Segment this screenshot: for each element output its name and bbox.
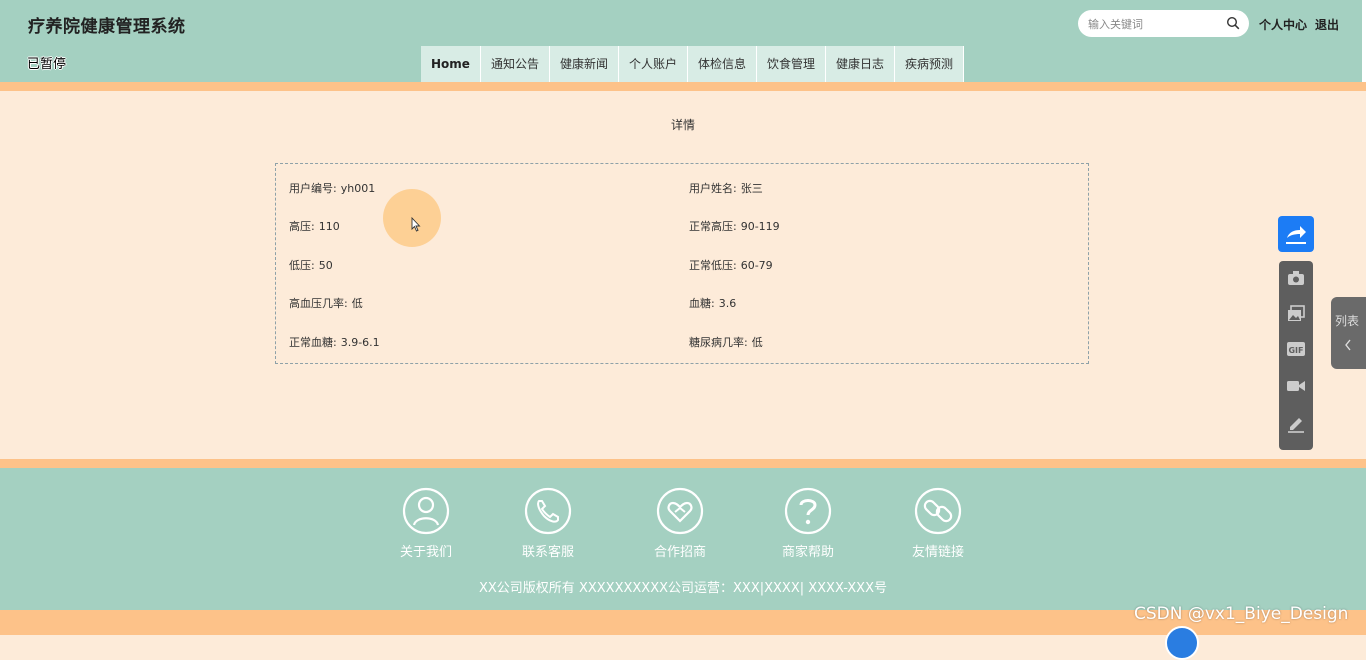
- image-icon[interactable]: [1286, 304, 1306, 324]
- field-label: 正常血糖:: [289, 336, 337, 349]
- field-label: 血糖:: [689, 297, 715, 310]
- tab-diet-management[interactable]: 饮食管理: [757, 46, 827, 82]
- field-normal-blood-sugar: 正常血糖: 3.9-6.1: [289, 334, 380, 350]
- link-icon: [914, 487, 962, 535]
- site-title: 疗养院健康管理系统: [28, 17, 186, 37]
- field-label: 高压:: [289, 220, 315, 233]
- field-label: 用户姓名:: [689, 182, 737, 195]
- tab-checkup-info[interactable]: 体检信息: [688, 46, 757, 82]
- field-user-id: 用户编号: yh001: [289, 180, 375, 196]
- footer-customer-service[interactable]: 联系客服: [503, 487, 593, 560]
- field-hypertension-risk: 高血压几率: 低: [289, 295, 363, 311]
- footer-about-us[interactable]: 关于我们: [381, 487, 471, 560]
- field-value: 90-119: [740, 220, 780, 233]
- field-label: 正常低压:: [689, 259, 737, 272]
- tab-notices[interactable]: 通知公告: [481, 46, 550, 82]
- user-links: 个人中心 退出: [1259, 16, 1347, 33]
- field-systolic: 高压: 110: [289, 218, 340, 234]
- field-label: 正常高压:: [689, 220, 737, 233]
- main-nav: Home 通知公告 健康新闻 个人账户 体检信息 饮食管理 健康日志 疾病预测: [421, 46, 965, 82]
- person-icon: [402, 487, 450, 535]
- list-side-tab[interactable]: 列表: [1331, 297, 1366, 369]
- tab-health-log[interactable]: 健康日志: [826, 46, 896, 82]
- field-label: 糖尿病几率:: [689, 336, 748, 349]
- field-value: 3.9-6.1: [340, 336, 380, 349]
- footer-item-label: 友情链接: [911, 545, 964, 560]
- field-value: 3.6: [718, 297, 737, 310]
- search-box: [1078, 10, 1249, 37]
- footer-merchant-help[interactable]: 商家帮助: [763, 487, 853, 560]
- share-button[interactable]: [1278, 216, 1314, 252]
- field-label: 低压:: [289, 259, 315, 272]
- search-input[interactable]: [1086, 13, 1225, 35]
- phone-icon: [524, 487, 572, 535]
- field-normal-systolic: 正常高压: 90-119: [689, 218, 780, 234]
- pencil-icon[interactable]: [1286, 413, 1306, 433]
- field-value: 张三: [740, 182, 763, 195]
- field-label: 高血压几率:: [289, 297, 348, 310]
- share-icon: [1286, 226, 1306, 244]
- header: 疗养院健康管理系统 已暂停 个人中心退出 Home 通知公告 健康新闻 个人账户…: [0, 0, 1366, 82]
- watermark-text: CSDN @vx1_Biye_Design: [1134, 604, 1349, 624]
- search-icon[interactable]: [1226, 16, 1240, 30]
- list-tab-label: 列表: [1335, 314, 1360, 328]
- logout-link[interactable]: 退出: [1315, 18, 1339, 32]
- help-icon: [784, 487, 832, 535]
- gif-icon[interactable]: GIF: [1286, 339, 1306, 359]
- mouse-cursor-icon: [411, 217, 421, 232]
- paused-label: 已暂停: [27, 57, 67, 72]
- video-icon[interactable]: [1286, 376, 1306, 396]
- field-user-name: 用户姓名: 张三: [689, 180, 763, 196]
- footer-item-label: 合作招商: [653, 545, 706, 560]
- tab-personal-account[interactable]: 个人账户: [619, 46, 688, 82]
- field-value: 低: [751, 336, 763, 349]
- footer-friendly-links[interactable]: 友情链接: [893, 487, 983, 560]
- footer-partnership[interactable]: 合作招商: [635, 487, 725, 560]
- field-value: 110: [318, 220, 340, 233]
- field-value: 低: [351, 297, 363, 310]
- footer-item-label: 关于我们: [399, 545, 452, 560]
- field-blood-sugar: 血糖: 3.6: [689, 295, 736, 311]
- tab-health-news[interactable]: 健康新闻: [550, 46, 619, 82]
- svg-text:GIF: GIF: [1288, 346, 1303, 355]
- copyright-text: XX公司版权所有 XXXXXXXXXX公司运营：XXX|XXXX| XXXX-X…: [479, 581, 887, 596]
- screenshot-tool-panel: GIF: [1279, 261, 1313, 450]
- field-label: 用户编号:: [289, 182, 337, 195]
- camera-icon[interactable]: [1286, 268, 1306, 288]
- floating-avatar[interactable]: [1165, 626, 1199, 660]
- divider-bar: [0, 459, 1366, 468]
- tab-home[interactable]: Home: [421, 46, 481, 82]
- divider-bar: [0, 82, 1366, 91]
- tab-disease-prediction[interactable]: 疾病预测: [895, 46, 965, 82]
- field-value: 60-79: [740, 259, 773, 272]
- chevron-left-icon: [1345, 339, 1351, 351]
- detail-title: 详情: [670, 118, 695, 132]
- handshake-icon: [656, 487, 704, 535]
- field-diastolic: 低压: 50: [289, 257, 333, 273]
- footer: 关于我们 联系客服 合作招商 商家帮助 友情链接 XX公司版权所有 XXXXXX…: [0, 468, 1366, 610]
- user-center-link[interactable]: 个人中心: [1259, 18, 1307, 32]
- field-normal-diastolic: 正常低压: 60-79: [689, 257, 773, 273]
- field-value: yh001: [340, 182, 376, 195]
- field-diabetes-risk: 糖尿病几率: 低: [689, 334, 763, 350]
- footer-item-label: 商家帮助: [781, 545, 834, 560]
- field-value: 50: [318, 259, 333, 272]
- footer-item-label: 联系客服: [521, 545, 574, 560]
